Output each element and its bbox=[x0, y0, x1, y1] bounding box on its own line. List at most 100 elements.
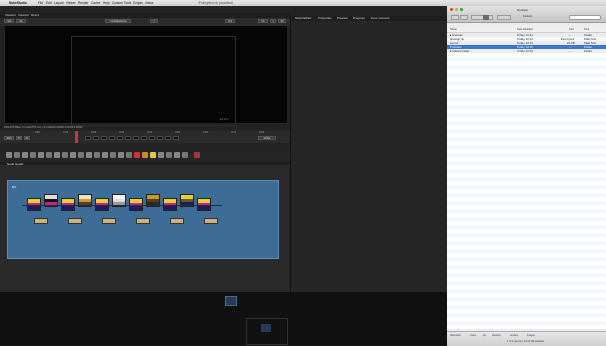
fstop-field[interactable]: f/8 bbox=[258, 19, 268, 23]
tab-script-editor[interactable]: Script Editor bbox=[295, 16, 311, 20]
zoom-select[interactable]: Full bbox=[225, 19, 235, 23]
view-select[interactable]: rgb bbox=[16, 19, 26, 23]
col-name[interactable]: Name bbox=[450, 28, 457, 31]
plugins-tool-icon[interactable] bbox=[174, 152, 180, 158]
view-mode-buttons[interactable] bbox=[471, 15, 493, 20]
col-size[interactable]: Size bbox=[569, 28, 574, 31]
furnace-tool-icon[interactable] bbox=[126, 152, 132, 158]
channel-select[interactable]: rgba bbox=[4, 19, 14, 23]
menu-help[interactable]: Help bbox=[103, 1, 110, 5]
transform-node[interactable] bbox=[34, 218, 48, 224]
menu-viewer[interactable]: Viewer bbox=[66, 1, 76, 5]
menu-views[interactable]: Views bbox=[145, 1, 153, 5]
transport-button[interactable] bbox=[157, 136, 163, 140]
deep-tool-icon[interactable] bbox=[110, 152, 116, 158]
current-frame-field[interactable]: 1001 bbox=[4, 136, 14, 140]
transform-tool-icon[interactable] bbox=[70, 152, 76, 158]
transform-node[interactable] bbox=[204, 218, 218, 224]
custom-yellow-tool-icon[interactable] bbox=[150, 152, 156, 158]
gizmo-tool-icon[interactable] bbox=[166, 152, 172, 158]
properties-tab-bar: Script Editor Properties Preview Progres… bbox=[291, 16, 448, 21]
transport-button[interactable] bbox=[141, 136, 147, 140]
transport-button[interactable] bbox=[85, 136, 91, 140]
tab-viewer2[interactable]: Viewer2 bbox=[18, 13, 29, 17]
tab-properties[interactable]: Properties bbox=[318, 16, 332, 20]
3d-tool-icon[interactable] bbox=[78, 152, 84, 158]
transform-node[interactable] bbox=[102, 218, 116, 224]
gamma-field[interactable]: 1 bbox=[270, 19, 276, 23]
particles-tool-icon[interactable] bbox=[102, 152, 108, 158]
keyer-tool-icon[interactable] bbox=[54, 152, 60, 158]
path-item[interactable]: Users bbox=[470, 334, 476, 337]
tab-error-console[interactable]: Error Console bbox=[371, 16, 390, 20]
transport-button[interactable] bbox=[109, 136, 115, 140]
channel-tool-icon[interactable] bbox=[30, 152, 36, 158]
menu-scripts[interactable]: Scripts bbox=[133, 1, 143, 5]
tick-label: 1060 bbox=[203, 132, 209, 134]
filter-tool-icon[interactable] bbox=[46, 152, 52, 158]
image-tool-icon[interactable] bbox=[6, 152, 12, 158]
action-button[interactable] bbox=[497, 15, 511, 20]
timeline-ticks: 1001 1010 1020 1030 1040 1050 1060 1070 … bbox=[35, 132, 275, 135]
merge-tool-icon[interactable] bbox=[62, 152, 68, 158]
transport-button[interactable] bbox=[149, 136, 155, 140]
transform-node[interactable] bbox=[68, 218, 82, 224]
tick-label: 1010 bbox=[63, 132, 69, 134]
list-empty-area[interactable] bbox=[447, 53, 606, 329]
zoom-icon[interactable] bbox=[460, 8, 463, 11]
tab-preview[interactable]: Preview bbox=[337, 16, 348, 20]
frame-range-select[interactable]: global bbox=[258, 136, 276, 140]
transform-node[interactable] bbox=[170, 218, 184, 224]
minimize-icon[interactable] bbox=[455, 8, 458, 11]
pipe-line bbox=[22, 205, 222, 206]
back-button[interactable] bbox=[451, 15, 459, 20]
draw-tool-icon[interactable] bbox=[14, 152, 20, 158]
custom-orange-tool-icon[interactable] bbox=[142, 152, 148, 158]
fps-field[interactable]: 24 bbox=[24, 136, 30, 140]
input-b-select[interactable]: 1 bbox=[150, 19, 158, 23]
viewer-node[interactable] bbox=[225, 296, 237, 306]
custom-red-tool-icon[interactable] bbox=[134, 152, 140, 158]
menu-render[interactable]: Render bbox=[78, 1, 88, 5]
col-date[interactable]: Date Modified bbox=[517, 28, 533, 31]
menu-custom-tools[interactable]: Custom Tools bbox=[112, 1, 131, 5]
transport-button[interactable] bbox=[93, 136, 99, 140]
input-a-select[interactable]: 1 Grid/Backdrop bbox=[105, 19, 131, 23]
list-view-button[interactable] bbox=[483, 15, 489, 20]
transport-button[interactable] bbox=[117, 136, 123, 140]
tab-roto1[interactable]: Roto1 bbox=[31, 13, 39, 17]
search-input[interactable] bbox=[569, 15, 601, 20]
tab-progress[interactable]: Progress bbox=[353, 16, 365, 20]
ocio-tool-icon[interactable] bbox=[182, 152, 188, 158]
path-item[interactable]: Images bbox=[527, 334, 535, 337]
transport-button[interactable] bbox=[101, 136, 107, 140]
time-tool-icon[interactable] bbox=[22, 152, 28, 158]
menu-layout[interactable]: Layout bbox=[54, 1, 64, 5]
other-tool-icon[interactable] bbox=[118, 152, 124, 158]
transport-button[interactable] bbox=[133, 136, 139, 140]
minimap[interactable] bbox=[246, 318, 288, 345]
menu-file[interactable]: File bbox=[38, 1, 43, 5]
transport-button[interactable] bbox=[125, 136, 131, 140]
path-item[interactable]: ph bbox=[483, 334, 486, 337]
menu-cache[interactable]: Cache bbox=[91, 1, 100, 5]
menu-edit[interactable]: Edit bbox=[46, 1, 52, 5]
transport-button[interactable] bbox=[165, 136, 171, 140]
forward-button[interactable] bbox=[460, 15, 468, 20]
color-tool-icon[interactable] bbox=[38, 152, 44, 158]
cam-select[interactable]: 2D bbox=[278, 19, 286, 23]
menu-app[interactable]: NukeStudio bbox=[9, 1, 27, 5]
playback-mode[interactable]: TC bbox=[16, 136, 22, 140]
col-kind[interactable]: Kind bbox=[584, 28, 589, 31]
path-item[interactable]: Macintosh bbox=[450, 334, 461, 337]
record-tool-icon[interactable] bbox=[194, 152, 200, 158]
path-item[interactable]: renders bbox=[510, 334, 518, 337]
path-item[interactable]: Desktop bbox=[492, 334, 501, 337]
transport-button[interactable] bbox=[173, 136, 179, 140]
transform-node[interactable] bbox=[136, 218, 150, 224]
settings-tool-icon[interactable] bbox=[158, 152, 164, 158]
tab-viewer1[interactable]: Viewer1 bbox=[5, 13, 16, 17]
close-icon[interactable] bbox=[450, 8, 453, 11]
views-tool-icon[interactable] bbox=[86, 152, 92, 158]
metadata-tool-icon[interactable] bbox=[94, 152, 100, 158]
